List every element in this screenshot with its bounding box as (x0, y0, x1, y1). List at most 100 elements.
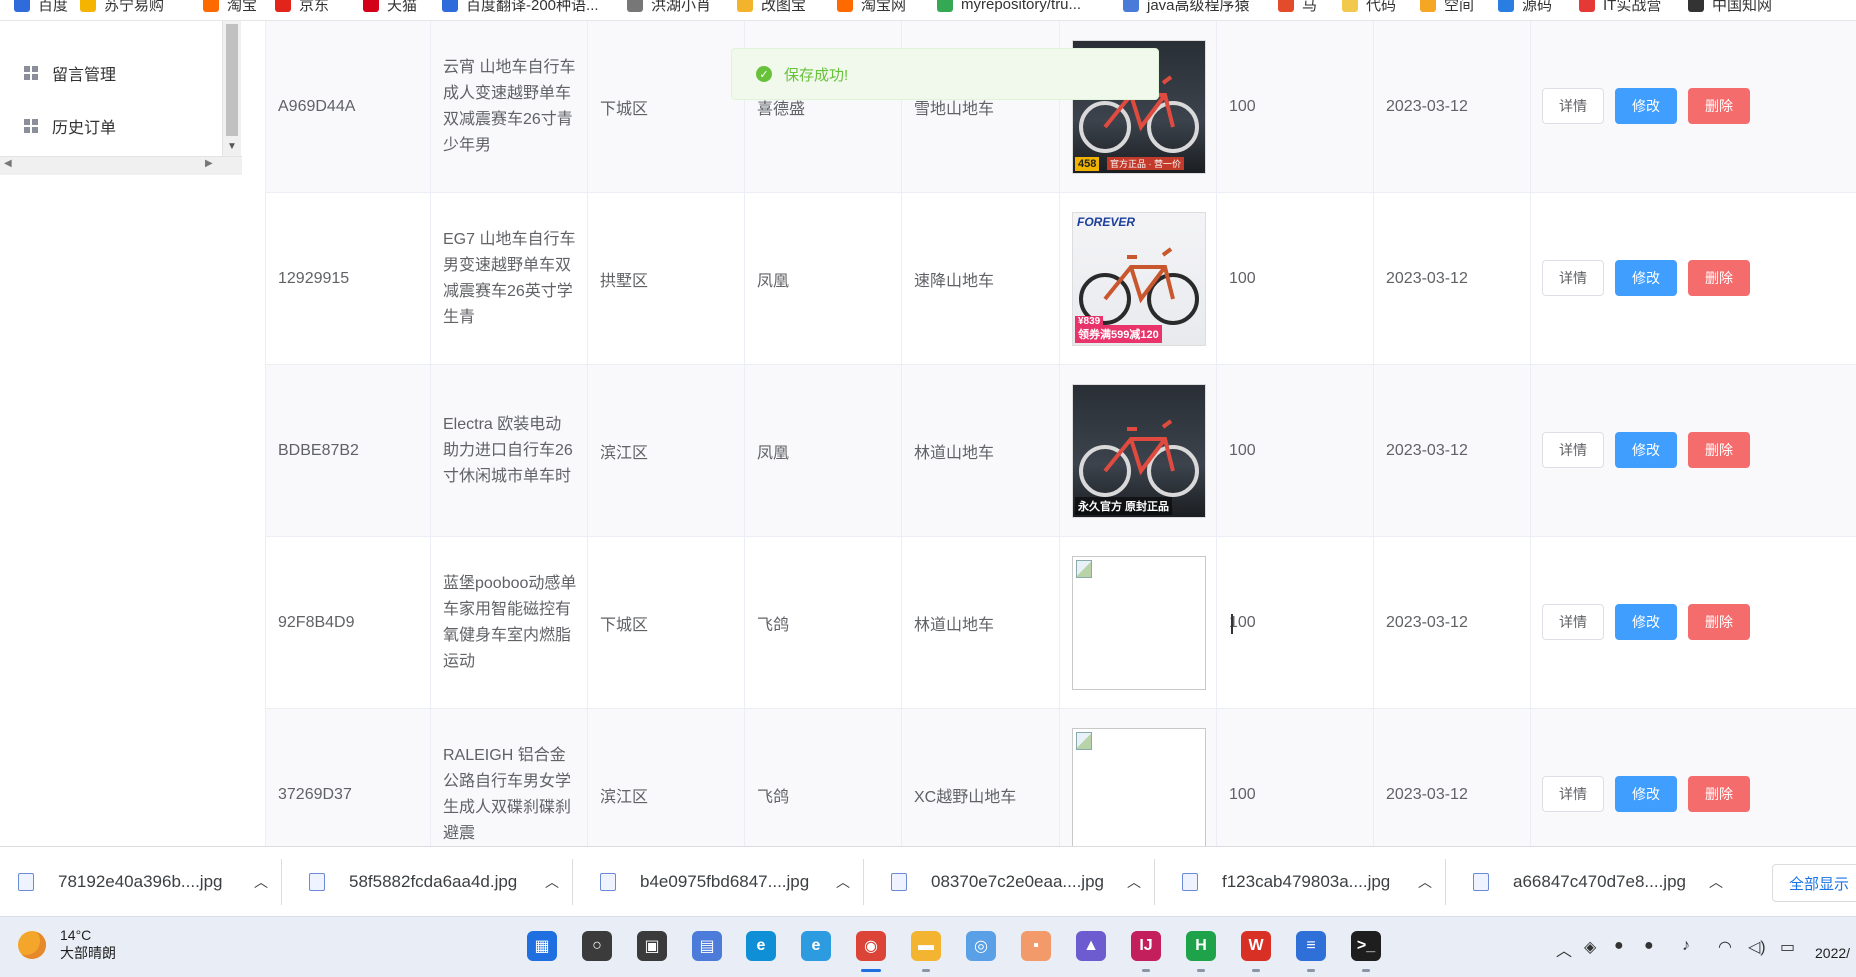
product-image[interactable]: 永久官方 原封正品 (1072, 383, 1206, 518)
bookmark-item[interactable]: 百度翻译-200种语... (442, 0, 599, 14)
detail-button[interactable]: 详情 (1542, 432, 1604, 468)
bookmark-item[interactable]: 洪湖小肖 (627, 0, 711, 14)
scroll-right-arrow-icon[interactable]: ▶ (205, 158, 213, 169)
bookmark-label: 改图宝 (761, 0, 807, 14)
download-item[interactable]: f123cab479803a....jpg ︿ (1182, 847, 1437, 917)
network-tool-icon[interactable]: ▤ (692, 931, 722, 961)
chevron-up-icon[interactable]: ︿ (254, 872, 268, 892)
bookmark-item[interactable]: 淘宝网 (837, 0, 906, 14)
show-all-downloads-button[interactable]: 全部显示 (1772, 864, 1856, 902)
bookmark-item[interactable]: 淘宝 (203, 0, 257, 14)
chrome-icon[interactable]: ◉ (856, 931, 886, 961)
intellij-icon[interactable]: IJ (1131, 931, 1161, 961)
bookmark-item[interactable]: 京东 (275, 0, 329, 14)
chevron-up-icon[interactable]: ︿ (836, 872, 850, 892)
chevron-up-icon[interactable]: ︿ (1709, 872, 1723, 892)
scroll-down-arrow-icon[interactable]: ▼ (227, 141, 237, 152)
show-hidden-icons-icon[interactable]: ︿ (1556, 937, 1572, 961)
scroll-left-arrow-icon[interactable]: ◀ (4, 158, 12, 169)
delete-button[interactable]: 删除 (1688, 776, 1750, 812)
district-cell: 滨江区 (588, 365, 745, 536)
delete-button[interactable]: 删除 (1688, 432, 1750, 468)
system-clock[interactable]: 2022/ (1815, 945, 1850, 961)
stock-cell: 100 (1217, 21, 1374, 192)
draw-app-icon[interactable]: ▲ (1076, 931, 1106, 961)
bookmark-item[interactable]: 中国知网 (1688, 0, 1772, 14)
brand-cell: 喜德盛 (745, 21, 902, 192)
media-app-icon[interactable]: ▪ (1021, 931, 1051, 961)
bookmark-item[interactable]: java高级程序猿 (1123, 0, 1250, 14)
district-text: 下城区 (600, 616, 649, 634)
battery-icon[interactable]: ▭ (1780, 937, 1795, 957)
edit-button[interactable]: 修改 (1615, 776, 1677, 812)
product-image[interactable] (1072, 727, 1206, 846)
bookmark-item[interactable]: 改图宝 (737, 0, 806, 14)
brand-cell: 飞鸽 (745, 537, 902, 708)
bookmark-item[interactable]: 空间 (1420, 0, 1474, 14)
chevron-up-icon[interactable]: ︿ (1127, 872, 1141, 892)
wps-icon[interactable]: W (1241, 931, 1271, 961)
actions-cell: 详情 修改 删除 (1531, 21, 1856, 192)
bookmark-item[interactable]: 马 (1278, 0, 1317, 14)
bookmark-label: 中国知网 (1712, 0, 1773, 14)
bookmark-item[interactable]: 百度 (14, 0, 68, 14)
chevron-up-icon[interactable]: ︿ (1418, 872, 1432, 892)
edit-button[interactable]: 修改 (1615, 432, 1677, 468)
sidebar-horizontal-scrollbar[interactable]: ◀ ▶ (0, 156, 242, 175)
bookmark-item[interactable]: 源码 (1498, 0, 1552, 14)
hbuilder-icon[interactable]: H (1186, 931, 1216, 961)
product-image[interactable]: 领券满599减120 FOREVER ¥839 (1072, 211, 1206, 346)
delete-button[interactable]: 删除 (1688, 88, 1750, 124)
scrollbar-thumb[interactable] (226, 24, 238, 136)
notepad-icon[interactable]: ≡ (1296, 931, 1326, 961)
edge-icon[interactable]: e (746, 931, 776, 961)
product-image[interactable] (1072, 555, 1206, 690)
edit-button[interactable]: 修改 (1615, 88, 1677, 124)
detail-button[interactable]: 详情 (1542, 88, 1604, 124)
download-item[interactable]: b4e0975fbd6847....jpg ︿ (600, 847, 855, 917)
download-filename: f123cab479803a....jpg (1222, 872, 1391, 891)
windows-start-icon[interactable]: ▦ (527, 931, 557, 961)
bookmark-favicon-icon (1123, 0, 1139, 12)
bookmark-item[interactable]: 代码 (1342, 0, 1396, 14)
date-text: 2023-03-12 (1386, 441, 1468, 459)
delete-button[interactable]: 删除 (1688, 604, 1750, 640)
download-item[interactable]: 08370e7c2e0eaa....jpg ︿ (891, 847, 1146, 917)
stock-cell: 100 (1217, 709, 1374, 846)
security-tray-icon[interactable]: ◈ (1584, 937, 1596, 957)
table-row: 37269D37 RALEIGH 铝合金公路自行车男女学生成人双碟刹碟刹避震 滨江区… (266, 709, 1856, 846)
detail-button[interactable]: 详情 (1542, 260, 1604, 296)
delete-button[interactable]: 删除 (1688, 260, 1750, 296)
bookmark-item[interactable]: myrepository/tru... (937, 0, 1081, 14)
detail-button[interactable]: 详情 (1542, 604, 1604, 640)
download-item[interactable]: a66847c470d7e8....jpg ︿ (1473, 847, 1728, 917)
qq-tray-icon[interactable]: ● (1614, 937, 1624, 955)
search-icon[interactable]: ○ (582, 931, 612, 961)
weather-widget[interactable]: 14°C 大部晴朗 (18, 927, 116, 963)
bookmark-item[interactable]: IT实战营 (1579, 0, 1661, 14)
photo-editor-icon[interactable]: ◎ (966, 931, 996, 961)
download-item[interactable]: 78192e40a396b....jpg ︿ (18, 847, 273, 917)
bookmark-item[interactable]: 天猫 (363, 0, 417, 14)
download-filename: 78192e40a396b....jpg (58, 872, 223, 891)
volume-icon[interactable]: ◁) (1748, 937, 1766, 957)
qq-tray-icon-2[interactable]: ● (1644, 937, 1654, 955)
category-text: 速降山地车 (914, 272, 995, 290)
sidebar-item-order-history[interactable]: 历史订单 (24, 114, 116, 138)
file-explorer-icon[interactable]: ▬ (911, 931, 941, 961)
task-view-icon[interactable]: ▣ (637, 931, 667, 961)
bookmark-item[interactable]: 苏宁易购 (80, 0, 164, 14)
download-item[interactable]: 58f5882fcda6aa4d.jpg ︿ (309, 847, 564, 917)
detail-button[interactable]: 详情 (1542, 776, 1604, 812)
edit-button[interactable]: 修改 (1615, 604, 1677, 640)
sidebar-item-messages[interactable]: 留言管理 (24, 61, 116, 85)
chevron-up-icon[interactable]: ︿ (545, 872, 559, 892)
terminal-icon[interactable]: >_ (1351, 931, 1381, 961)
product-id-cell: BDBE87B2 (266, 365, 431, 536)
ie-browser-icon[interactable]: e (801, 931, 831, 961)
sidebar-vertical-scrollbar[interactable]: ▼ (222, 21, 241, 156)
microphone-icon[interactable]: ♪ (1682, 937, 1690, 955)
broken-image-icon (1076, 731, 1092, 750)
wifi-icon[interactable]: ◠ (1718, 937, 1732, 957)
edit-button[interactable]: 修改 (1615, 260, 1677, 296)
